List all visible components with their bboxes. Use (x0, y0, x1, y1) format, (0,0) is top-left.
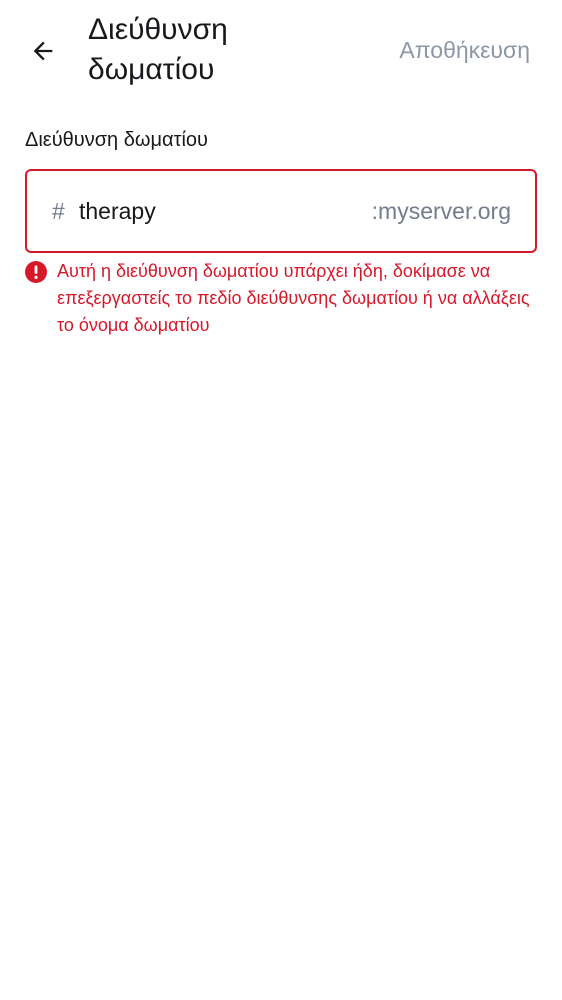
error-message: Αυτή η διεύθυνση δωματίου υπάρχει ήδη, δ… (57, 261, 530, 335)
server-suffix: :myserver.org (371, 198, 511, 224)
room-address-label: Διεύθυνση δωματίου (25, 129, 208, 151)
page-title: Διεύθυνση δωματίου (88, 13, 228, 86)
room-address-field[interactable]: # therapy :myserver.org (25, 169, 537, 253)
arrow-left-icon (33, 41, 53, 61)
error-circle-icon (25, 261, 47, 283)
room-address-input[interactable]: therapy (79, 195, 156, 227)
back-button[interactable] (22, 30, 64, 72)
hash-prefix: # (52, 198, 65, 224)
top-app-bar: Διεύθυνση δωματίου Αποθήκευση (0, 0, 562, 100)
save-button[interactable]: Αποθήκευση (399, 33, 530, 67)
